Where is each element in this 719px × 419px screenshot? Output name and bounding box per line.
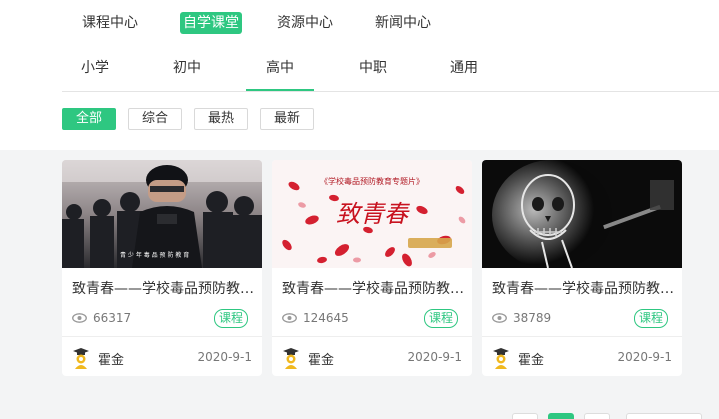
header-panel: 课程中心 自学课堂 资源中心 新闻中心 小学 初中 高中 中职 通用 全部 综合… [0, 0, 719, 150]
graduate-avatar-icon [73, 348, 89, 369]
view-count-value: 124645 [303, 311, 349, 325]
rose-petals-thumbnail: 《学校毒品预防教育专题片》 致青春 [272, 160, 472, 268]
card-thumbnail[interactable] [482, 160, 682, 268]
course-card[interactable]: 致青春——学校毒品预防教育专题片 38789 课程 霍金 2020-9-1 [482, 160, 682, 376]
card-divider [482, 336, 682, 337]
graduate-avatar-icon [283, 348, 299, 369]
tab-general[interactable]: 通用 [431, 44, 497, 91]
card-title[interactable]: 致青春——学校毒品预防教育专题片 [492, 278, 676, 298]
top-navigation: 课程中心 自学课堂 资源中心 新闻中心 [0, 0, 719, 44]
view-count: 124645 [282, 309, 349, 327]
view-count: 66317 [72, 309, 131, 327]
course-badge: 课程 [213, 309, 248, 328]
grade-tabs: 小学 初中 高中 中职 通用 [62, 44, 719, 92]
graduate-avatar-icon [493, 348, 509, 369]
police-squad-thumbnail: 青 少 年 毒 品 预 防 教 育 [62, 160, 262, 268]
publish-date: 2020-9-1 [197, 350, 252, 364]
page-button[interactable] [584, 413, 610, 419]
tab-senior-high[interactable]: 高中 [246, 44, 314, 91]
course-card[interactable]: 《学校毒品预防教育专题片》 致青春 致青春——学校毒品预防教育专题片 12464… [272, 160, 472, 376]
filter-hottest[interactable]: 最热 [194, 108, 248, 130]
card-thumbnail[interactable]: 《学校毒品预防教育专题片》 致青春 [272, 160, 472, 268]
page-current-button[interactable] [548, 413, 574, 419]
card-title[interactable]: 致青春——学校毒品预防教育专题片 [72, 278, 256, 298]
tab-primary[interactable]: 小学 [62, 44, 128, 91]
page-jump-input[interactable] [626, 413, 702, 419]
publish-date: 2020-9-1 [407, 350, 462, 364]
card-divider [272, 336, 472, 337]
filter-newest[interactable]: 最新 [260, 108, 314, 130]
view-count-value: 38789 [513, 311, 552, 325]
course-card[interactable]: 青 少 年 毒 品 预 防 教 育 致青春——学校毒品预防教育专题片 66317… [62, 160, 262, 376]
svg-text:青 少 年 毒 品 预 防 教 育: 青 少 年 毒 品 预 防 教 育 [120, 251, 189, 259]
card-thumbnail[interactable]: 青 少 年 毒 品 预 防 教 育 [62, 160, 262, 268]
view-count-value: 66317 [93, 311, 132, 325]
author-name: 霍金 [98, 352, 125, 368]
topnav-self-study[interactable]: 自学课堂 [180, 12, 242, 34]
eye-icon [492, 313, 507, 323]
topnav-resource-center[interactable]: 资源中心 [277, 12, 333, 34]
card-divider [62, 336, 262, 337]
filter-all[interactable]: 全部 [62, 108, 116, 130]
card-author: 霍金 [492, 346, 544, 370]
thumb-caption: 《学校毒品预防教育专题片》 [320, 176, 424, 186]
xray-skull-thumbnail [482, 160, 682, 268]
eye-icon [282, 313, 297, 323]
page-prev-button[interactable] [512, 413, 538, 419]
topnav-course-center[interactable]: 课程中心 [82, 12, 138, 34]
author-name: 霍金 [308, 352, 335, 368]
topnav-news-center[interactable]: 新闻中心 [375, 12, 431, 34]
card-author: 霍金 [72, 346, 124, 370]
publish-date: 2020-9-1 [617, 350, 672, 364]
eye-icon [72, 313, 87, 323]
filter-comprehensive[interactable]: 综合 [128, 108, 182, 130]
card-author: 霍金 [282, 346, 334, 370]
tab-junior-high[interactable]: 初中 [154, 44, 220, 91]
author-name: 霍金 [518, 352, 545, 368]
view-count: 38789 [492, 309, 551, 327]
course-badge: 课程 [423, 309, 458, 328]
card-title[interactable]: 致青春——学校毒品预防教育专题片 [282, 278, 466, 298]
thumb-title: 致青春 [336, 200, 410, 228]
tab-vocational[interactable]: 中职 [340, 44, 406, 91]
course-badge: 课程 [633, 309, 668, 328]
